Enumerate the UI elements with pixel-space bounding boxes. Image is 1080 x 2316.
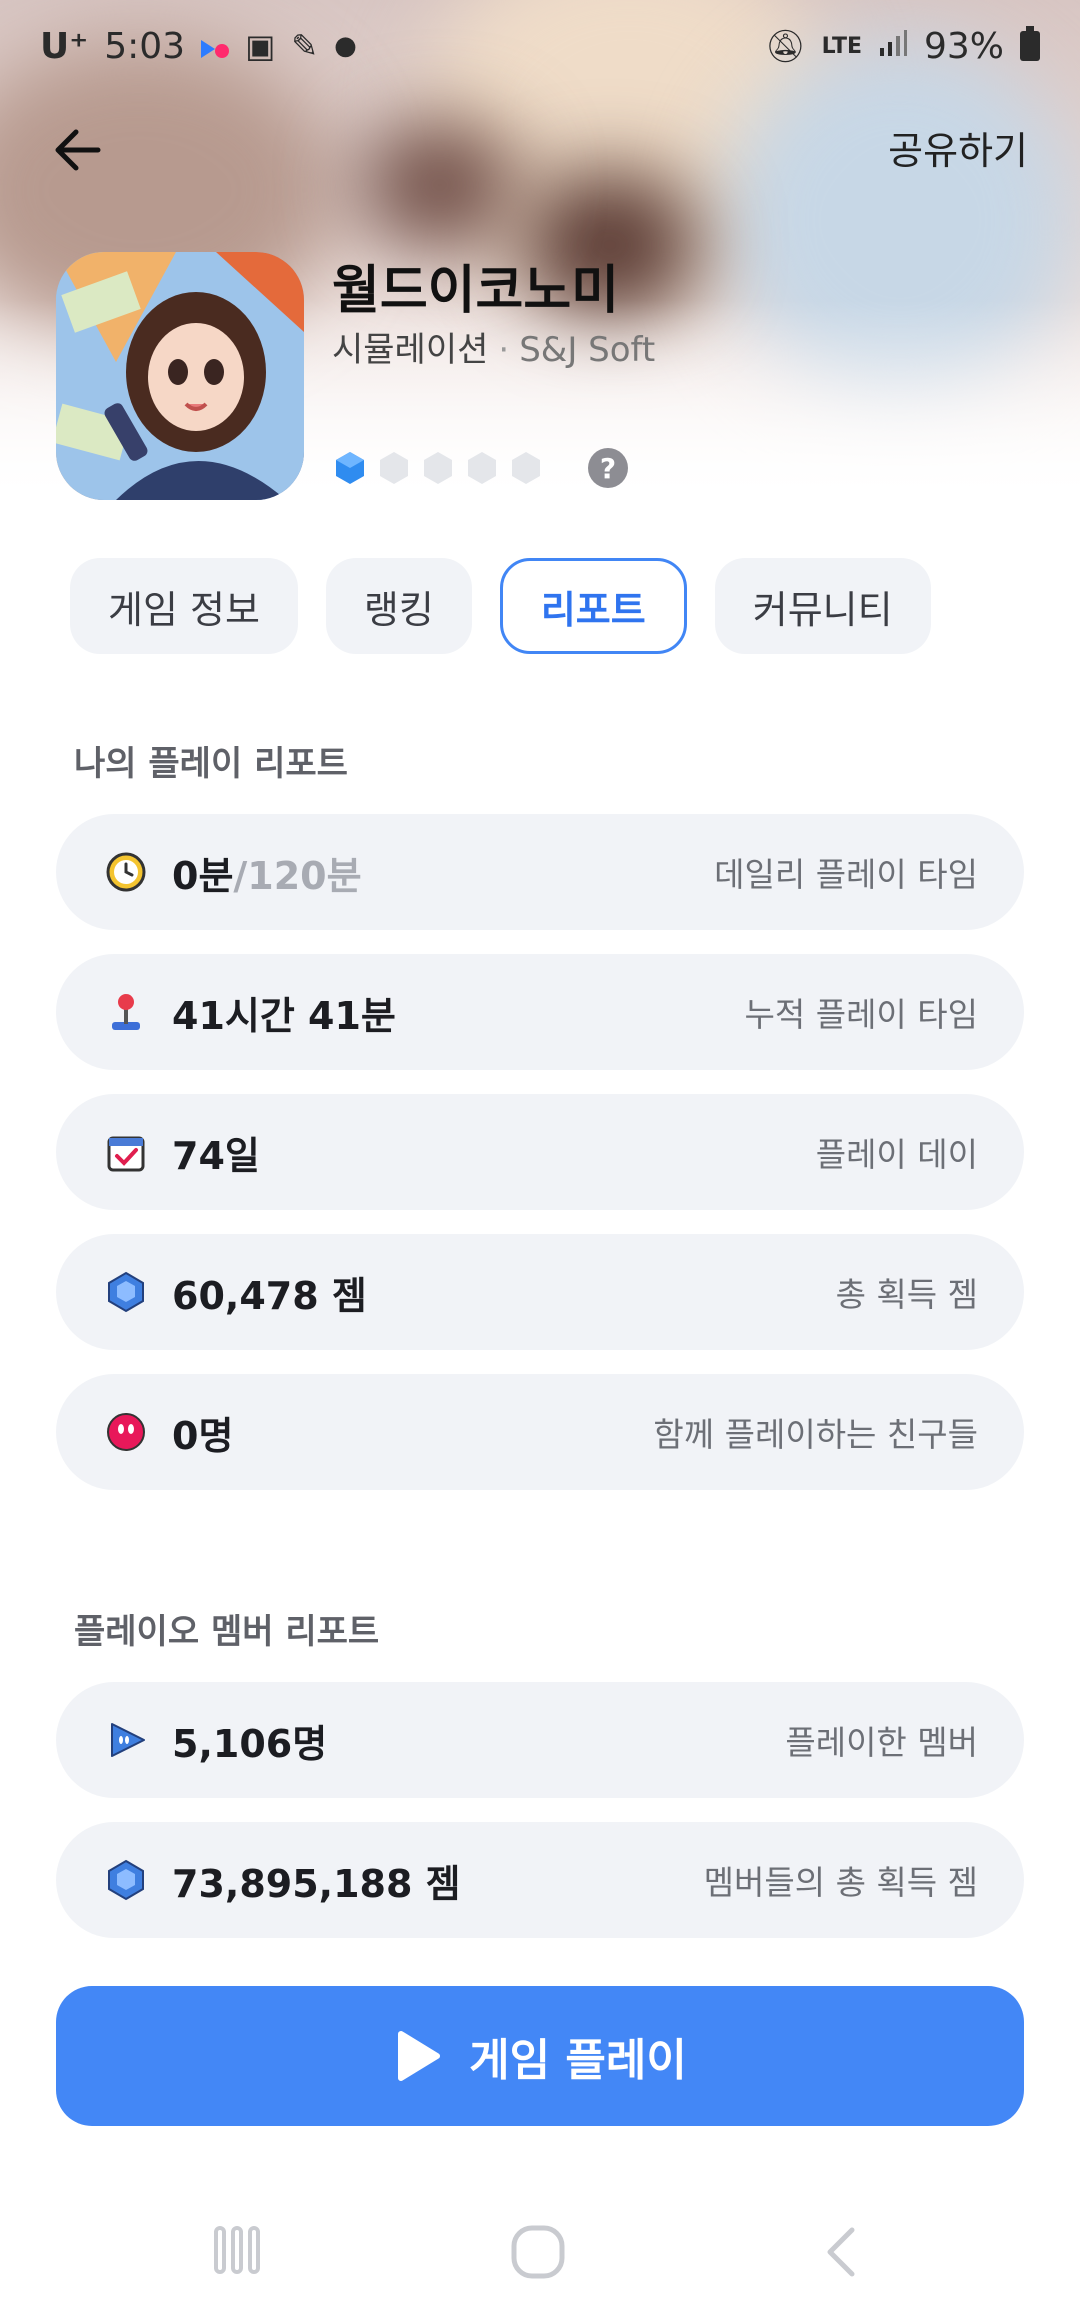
game-title: 월드이코노미 — [332, 261, 620, 321]
notification-dot-icon: ● — [334, 31, 357, 61]
stat-label: 멤버들의 총 획득 젬 — [703, 1863, 978, 1902]
daily-playtime-limit: /120분 — [233, 853, 362, 898]
grade-gem-filled-icon — [336, 452, 364, 484]
battery-percent: 93% — [923, 25, 1004, 67]
recent-apps-icon — [214, 2226, 260, 2274]
mute-icon: 🔕︎ — [764, 27, 806, 65]
system-nav-bar — [0, 2200, 1080, 2316]
chevron-left-icon — [827, 2227, 855, 2277]
stat-label: 플레이 데이 — [815, 1135, 978, 1174]
tab-bar: 게임 정보 랭킹 리포트 커뮤니티 — [70, 558, 931, 654]
grade-rating: ? — [332, 448, 628, 488]
grade-gem-empty-icon — [468, 452, 496, 484]
stat-label: 누적 플레이 타임 — [744, 995, 979, 1034]
my-report-title: 나의 플레이 리포트 — [74, 744, 348, 784]
nav-back-button[interactable] — [818, 2222, 862, 2286]
daily-playtime-value: 0분 — [172, 853, 234, 898]
game-developer: S&J Soft — [519, 330, 656, 370]
grade-gem-empty-icon — [424, 452, 452, 484]
gallery-icon: ▣ — [245, 27, 276, 65]
gem-icon — [108, 1271, 144, 1313]
stat-label: 데일리 플레이 타임 — [714, 855, 978, 894]
joystick-icon — [112, 994, 140, 1030]
stat-daily-playtime: 0분/120분 데일리 플레이 타임 — [56, 814, 1024, 930]
stat-value: 0분/120분 — [172, 845, 362, 900]
stat-friends: 0명 함께 플레이하는 친구들 — [56, 1374, 1024, 1490]
back-button[interactable] — [52, 128, 112, 178]
tab-community[interactable]: 커뮤니티 — [714, 558, 931, 654]
home-icon — [511, 2225, 565, 2279]
game-meta: 시뮬레이션 · S&J Soft — [332, 322, 655, 371]
home-button[interactable] — [508, 2222, 568, 2286]
meta-separator: · — [498, 330, 510, 370]
carrier-label: U⁺ — [40, 25, 89, 67]
stat-value: 0명 — [172, 1413, 234, 1458]
stat-label: 함께 플레이하는 친구들 — [653, 1415, 978, 1454]
share-button[interactable]: 공유하기 — [888, 120, 1028, 175]
game-play-button[interactable]: 게임 플레이 — [56, 1986, 1024, 2126]
stat-value: 41시간 41분 — [172, 993, 396, 1038]
stat-total-playtime: 41시간 41분 누적 플레이 타임 — [56, 954, 1024, 1070]
play-icon — [398, 2031, 441, 2081]
gem-icon — [108, 1859, 144, 1901]
friend-face-icon — [107, 1413, 145, 1451]
member-report-title: 플레이오 멤버 리포트 — [74, 1612, 380, 1652]
grade-help-button[interactable]: ? — [588, 448, 628, 488]
stat-earned-gems: 60,478 젬 총 획득 젬 — [56, 1234, 1024, 1350]
stat-play-days: 74일 플레이 데이 — [56, 1094, 1024, 1210]
grade-gem-empty-icon — [380, 452, 408, 484]
stat-played-members: 5,106명 플레이한 멤버 — [56, 1682, 1024, 1798]
stat-value: 5,106명 — [172, 1721, 328, 1766]
battery-icon — [1020, 26, 1040, 61]
signal-icon — [878, 26, 908, 67]
status-bar: U⁺ 5:03 ▣ ✎ ● 🔕︎ LTE 93% — [0, 0, 1080, 92]
top-bar: 공유하기 — [0, 112, 1080, 192]
game-icon — [56, 252, 304, 500]
stat-label: 플레이한 멤버 — [785, 1723, 978, 1762]
stat-value: 60,478 젬 — [172, 1273, 367, 1318]
network-label: LTE — [821, 33, 862, 59]
calendar-icon — [107, 1136, 145, 1172]
tab-game-info[interactable]: 게임 정보 — [70, 558, 298, 654]
arrow-left-icon — [55, 129, 101, 171]
grade-gem-empty-icon — [512, 452, 540, 484]
stat-value: 74일 — [172, 1133, 260, 1178]
stat-member-gems: 73,895,188 젬 멤버들의 총 획득 젬 — [56, 1822, 1024, 1938]
flow-icon — [201, 26, 230, 67]
tab-ranking[interactable]: 랭킹 — [325, 558, 472, 654]
stat-value: 73,895,188 젬 — [172, 1861, 461, 1906]
recent-apps-button[interactable] — [210, 2222, 264, 2280]
tab-report[interactable]: 리포트 — [499, 558, 687, 654]
playio-icon — [111, 1723, 145, 1757]
game-genre: 시뮬레이션 — [332, 330, 489, 370]
stat-label: 총 획득 젬 — [835, 1275, 978, 1314]
clock-time: 5:03 — [104, 25, 186, 67]
clock-icon — [106, 852, 146, 892]
game-play-label: 게임 플레이 — [469, 2035, 687, 2086]
pill-icon: ✎ — [291, 27, 319, 65]
